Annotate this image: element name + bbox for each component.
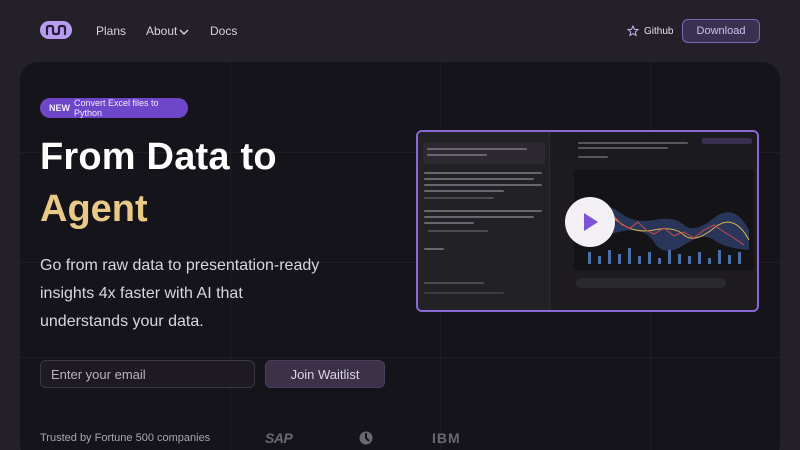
nav-about[interactable]: About — [146, 24, 189, 38]
badge-text: Convert Excel files to Python — [74, 98, 159, 118]
chat-message — [423, 142, 545, 164]
nav-docs[interactable]: Docs — [210, 24, 237, 38]
trusted-text: Trusted by Fortune 500 companies — [40, 432, 211, 444]
top-nav: Plans About Docs Github Download — [0, 0, 800, 62]
star-icon — [627, 25, 639, 37]
sap-logo: SAP — [265, 430, 293, 446]
nav-about-label: About — [146, 24, 178, 38]
logo-icon[interactable] — [40, 21, 72, 39]
badge-new-label: NEW — [49, 103, 70, 113]
hero-title-line2: Agent — [40, 188, 148, 230]
chat-panel — [418, 132, 550, 310]
ibm-logo: IBM — [432, 430, 461, 446]
new-badge[interactable]: NEW Convert Excel files to Python — [40, 98, 188, 118]
grid-line — [20, 357, 780, 358]
company-logo-icon — [358, 430, 374, 450]
github-button[interactable]: Github — [620, 19, 676, 43]
code-cell — [552, 132, 757, 162]
hero-subtitle: Go from raw data to presentation-ready i… — [40, 257, 320, 330]
play-icon — [584, 213, 598, 231]
download-button[interactable]: Download — [682, 19, 760, 43]
hero-panel: NEW Convert Excel files to Python From D… — [20, 62, 780, 450]
hero-title-line1: From Data to — [40, 136, 277, 178]
prompt-bar — [576, 278, 726, 288]
nav-plans[interactable]: Plans — [96, 24, 126, 38]
product-video-preview[interactable] — [416, 130, 759, 312]
chevron-down-icon — [179, 29, 189, 35]
play-button[interactable] — [565, 197, 615, 247]
email-input[interactable] — [40, 360, 255, 388]
join-waitlist-button[interactable]: Join Waitlist — [265, 360, 385, 388]
github-label: Github — [644, 25, 674, 37]
